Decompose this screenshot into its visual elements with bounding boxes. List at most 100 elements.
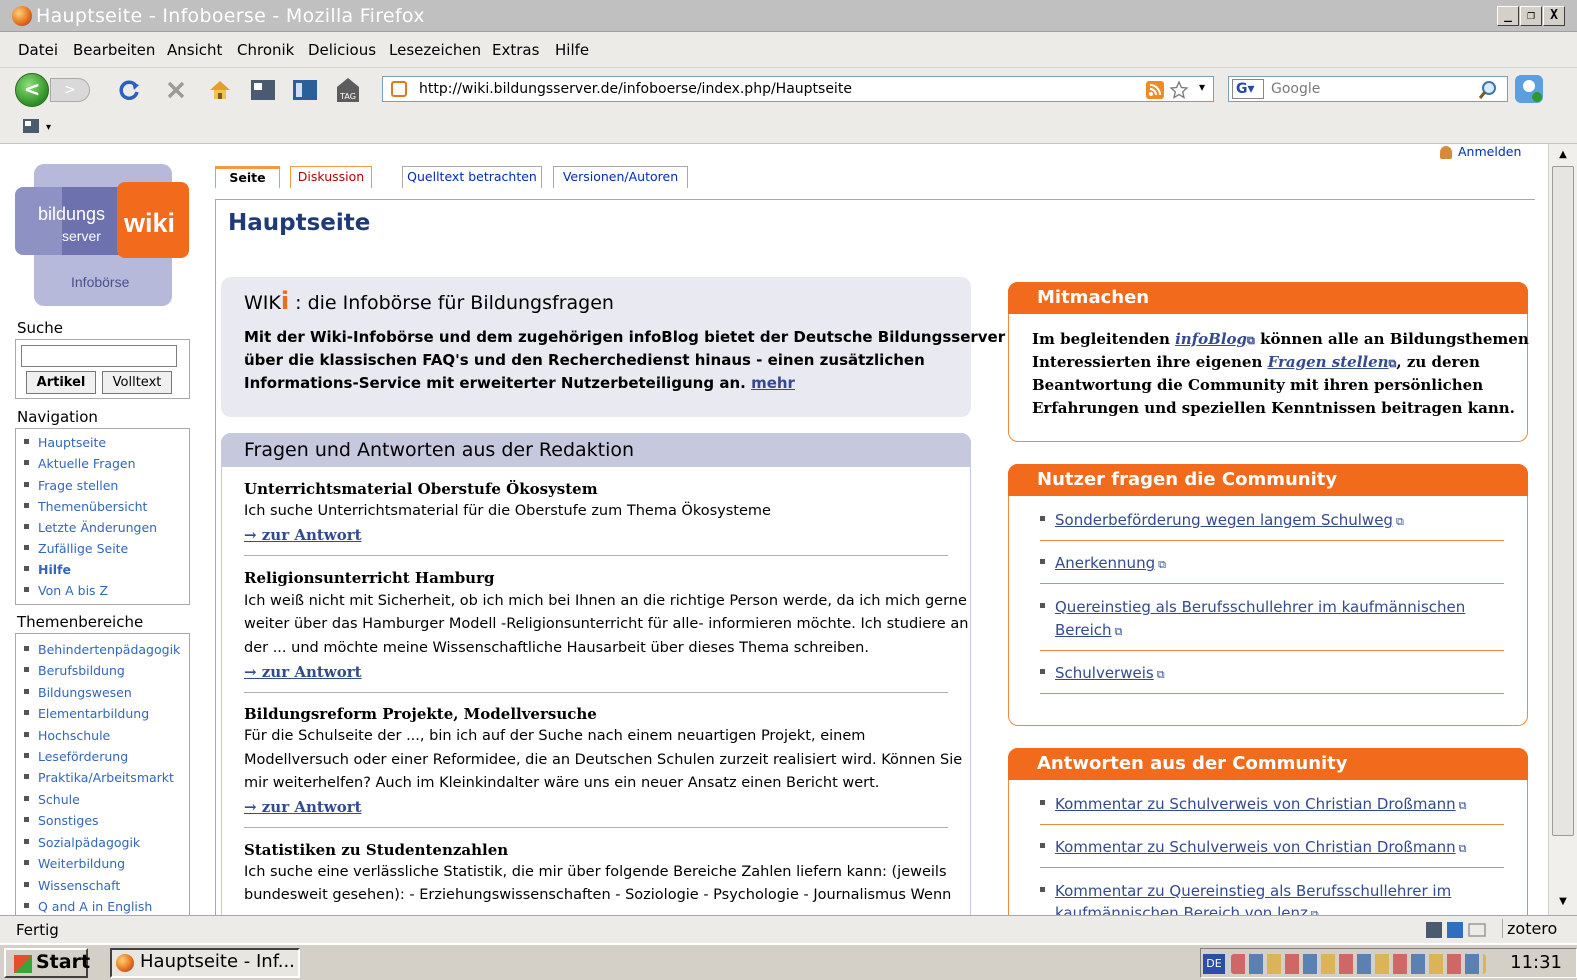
topic-item[interactable]: Sonstiges bbox=[24, 813, 99, 828]
community-question-link[interactable]: Anerkennung ⧉ bbox=[1040, 554, 1166, 572]
menu-delicious[interactable]: Delicious bbox=[308, 41, 376, 59]
answer-link[interactable]: → zur Antwort bbox=[244, 663, 362, 681]
fulltext-button[interactable]: Volltext bbox=[102, 371, 172, 394]
vertical-scrollbar[interactable]: ▲ ▼ bbox=[1548, 144, 1577, 915]
community-answer-link-cont[interactable]: kaufmännischen Bereich von lenz ⧉ bbox=[1040, 904, 1319, 915]
system-tray: DE 11:31 bbox=[1200, 948, 1577, 978]
antworten-header: Antworten aus der Community bbox=[1008, 748, 1528, 780]
tab-diskussion[interactable]: Diskussion bbox=[290, 166, 372, 188]
zotero-button[interactable]: zotero bbox=[1502, 919, 1557, 938]
rss-icon[interactable] bbox=[1145, 80, 1165, 100]
nav-item[interactable]: Letzte Änderungen bbox=[24, 520, 157, 535]
topic-item[interactable]: Bildungswesen bbox=[24, 685, 132, 700]
answer-link[interactable]: → zur Antwort bbox=[244, 798, 362, 816]
menu-datei[interactable]: Datei bbox=[18, 41, 58, 59]
screenshot-icon[interactable] bbox=[249, 77, 277, 103]
search-bar[interactable]: G▾ Google bbox=[1228, 76, 1508, 102]
topic-item[interactable]: Sozialpädagogik bbox=[24, 835, 140, 850]
url-dropdown-icon[interactable]: ▾ bbox=[1199, 80, 1205, 94]
nav-item[interactable]: Von A bis Z bbox=[24, 583, 108, 598]
url-text[interactable]: http://wiki.bildungsserver.de/infoboerse… bbox=[419, 81, 852, 97]
tab-quelltext[interactable]: Quelltext betrachten bbox=[402, 166, 542, 188]
community-answer-link[interactable]: Kommentar zu Schulverweis von Christian … bbox=[1040, 795, 1467, 813]
tab-seite[interactable]: Seite bbox=[215, 166, 280, 188]
mitmachen-text: Beantwortung die Community mit ihren per… bbox=[1032, 376, 1484, 394]
answer-link[interactable]: → zur Antwort bbox=[244, 526, 362, 544]
nav-item[interactable]: Aktuelle Fragen bbox=[24, 456, 136, 471]
topic-item[interactable]: Wissenschaft bbox=[24, 878, 120, 893]
topic-item[interactable]: Behindertenpädagogik bbox=[24, 642, 180, 657]
maximize-button[interactable]: ❐ bbox=[1520, 6, 1542, 26]
scroll-down-icon[interactable]: ▼ bbox=[1552, 893, 1574, 911]
mitmachen-header: Mitmachen bbox=[1008, 282, 1528, 314]
tag-icon[interactable]: TAG bbox=[334, 75, 362, 105]
status-icons[interactable] bbox=[1425, 921, 1497, 939]
community-answer-link[interactable]: Kommentar zu Quereinstieg als Berufsschu… bbox=[1040, 882, 1451, 900]
tab-versionen[interactable]: Versionen/Autoren bbox=[553, 166, 688, 188]
tray-icons[interactable] bbox=[1231, 954, 1486, 974]
login-link[interactable]: Anmelden bbox=[1440, 144, 1521, 159]
scroll-up-icon[interactable]: ▲ bbox=[1552, 146, 1574, 164]
wiki-search-input[interactable] bbox=[21, 345, 177, 367]
bookmark-menu-icon[interactable]: ▾ bbox=[22, 117, 54, 137]
faq-header: Fragen und Antworten aus der Redaktion bbox=[221, 433, 971, 467]
url-bar[interactable]: http://wiki.bildungsserver.de/infoboerse… bbox=[382, 76, 1214, 102]
menu-bearbeiten[interactable]: Bearbeiten bbox=[73, 41, 155, 59]
nav-item[interactable]: Zufällige Seite bbox=[24, 541, 128, 556]
topics-heading: Themenbereiche bbox=[17, 613, 144, 631]
menu-hilfe[interactable]: Hilfe bbox=[555, 41, 589, 59]
nav-item[interactable]: Frage stellen bbox=[24, 478, 118, 493]
reload-icon[interactable] bbox=[118, 78, 142, 102]
fragen-stellen-link[interactable]: Fragen stellen bbox=[1268, 353, 1389, 371]
topic-item[interactable]: Berufsbildung bbox=[24, 663, 125, 678]
topic-item[interactable]: Hochschule bbox=[24, 728, 110, 743]
infoblog-link[interactable]: infoBlog bbox=[1175, 330, 1247, 348]
minimize-button[interactable]: _ bbox=[1497, 6, 1519, 26]
forward-icon[interactable]: > bbox=[50, 78, 90, 102]
article-button[interactable]: Artikel bbox=[26, 371, 96, 394]
community-question-link[interactable]: Sonderbeförderung wegen langem Schulweg ⧉ bbox=[1040, 511, 1404, 529]
page-icon bbox=[391, 81, 407, 97]
star-icon[interactable] bbox=[1169, 80, 1189, 100]
topic-item[interactable]: Elementarbildung bbox=[24, 706, 149, 721]
taskbar-window-button[interactable]: Hauptseite - Inf... bbox=[110, 948, 300, 978]
svg-text:▾: ▾ bbox=[46, 122, 51, 133]
community-question-link[interactable]: Quereinstieg als Berufsschullehrer im ka… bbox=[1040, 598, 1465, 616]
start-button[interactable]: Start bbox=[4, 948, 90, 978]
menu-extras[interactable]: Extras bbox=[492, 41, 539, 59]
more-link[interactable]: mehr bbox=[751, 374, 795, 392]
faq-question-text: mir weiterhelfen? Auch im Kleinkindalter… bbox=[244, 775, 880, 791]
bookmark-panel-icon[interactable] bbox=[291, 77, 319, 103]
search-engine-icon[interactable]: G▾ bbox=[1232, 79, 1264, 99]
community-question-link-cont[interactable]: Bereich ⧉ bbox=[1040, 621, 1122, 639]
nav-item[interactable]: Themenübersicht bbox=[24, 499, 147, 514]
intro-title: WIKi : die Infobörse für Bildungsfragen bbox=[244, 287, 614, 315]
logo-text-server: server bbox=[62, 228, 101, 244]
nav-item[interactable]: Hauptseite bbox=[24, 435, 106, 450]
clock[interactable]: 11:31 bbox=[1510, 952, 1562, 973]
language-indicator[interactable]: DE bbox=[1203, 954, 1225, 974]
menu-lesezeichen[interactable]: Lesezeichen bbox=[389, 41, 481, 59]
topic-item[interactable]: Schule bbox=[24, 792, 80, 807]
sync-icon[interactable] bbox=[1513, 73, 1545, 105]
home-icon[interactable] bbox=[207, 77, 233, 103]
topic-item[interactable]: Praktika/Arbeitsmarkt bbox=[24, 770, 174, 785]
close-button[interactable]: X bbox=[1543, 6, 1565, 26]
topic-item[interactable]: Leseförderung bbox=[24, 749, 128, 764]
topic-item[interactable]: Q and A in English bbox=[24, 899, 152, 914]
external-link-icon: ⧉ bbox=[1458, 799, 1467, 812]
search-placeholder[interactable]: Google bbox=[1271, 81, 1320, 97]
taskbar: Start Hauptseite - Inf... DE 11:31 bbox=[0, 943, 1577, 980]
stop-icon[interactable] bbox=[164, 78, 188, 102]
menu-ansicht[interactable]: Ansicht bbox=[167, 41, 222, 59]
community-question-link[interactable]: Schulverweis ⧉ bbox=[1040, 664, 1165, 682]
magnifier-icon[interactable] bbox=[1477, 79, 1499, 101]
menu-chronik[interactable]: Chronik bbox=[237, 41, 294, 59]
intro-text-line: über die klassischen FAQ's und den Reche… bbox=[244, 351, 925, 369]
community-answer-link[interactable]: Kommentar zu Schulverweis von Christian … bbox=[1040, 838, 1467, 856]
back-icon[interactable]: < bbox=[15, 73, 49, 107]
nutzer-divider bbox=[1040, 540, 1504, 541]
scroll-thumb[interactable] bbox=[1552, 166, 1574, 836]
topic-item[interactable]: Weiterbildung bbox=[24, 856, 125, 871]
nav-item[interactable]: Hilfe bbox=[24, 562, 71, 577]
